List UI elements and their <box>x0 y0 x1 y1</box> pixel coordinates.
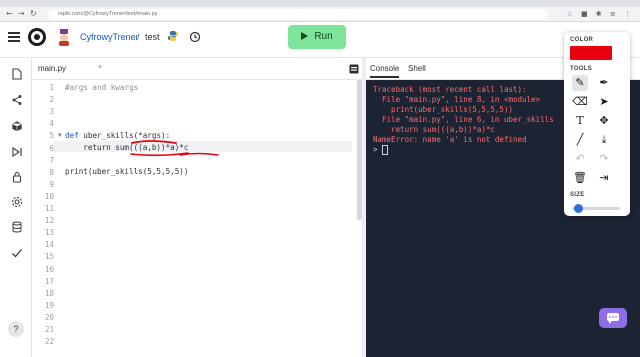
help-icon[interactable]: ? <box>8 321 24 337</box>
tab-console[interactable]: Console <box>370 64 400 78</box>
marker-tool-icon[interactable]: ✒ <box>596 75 612 91</box>
code-line-5: def uber_skills(*args): <box>65 131 170 140</box>
line-number: 10 <box>44 191 54 201</box>
text-tool-icon[interactable]: T <box>572 113 588 129</box>
line-number: 2 <box>49 95 54 105</box>
size-slider[interactable] <box>572 204 620 213</box>
run-button[interactable]: Run <box>288 25 346 49</box>
run-button-label: Run <box>314 31 333 42</box>
debugger-icon[interactable] <box>11 146 23 158</box>
project-name[interactable]: test <box>145 32 160 42</box>
line-number: 5 <box>49 131 54 141</box>
function-name: uber_skills(*args): <box>83 131 171 140</box>
line-number: 1 <box>49 83 54 92</box>
redo-icon[interactable]: ↷ <box>596 151 612 167</box>
pen-tool-icon[interactable]: ✎ <box>572 75 588 91</box>
tab-shell[interactable]: Shell <box>408 64 426 73</box>
console-cursor[interactable] <box>382 145 388 155</box>
console-output-line: Traceback (most recent call last): <box>373 85 527 94</box>
undo-icon[interactable]: ↶ <box>572 151 588 167</box>
download-icon[interactable]: ⤓ <box>596 132 612 148</box>
console-output-line: File "main.py", line 8, in <module> <box>373 95 541 104</box>
editor-tab-bar: main.py × <box>32 58 362 80</box>
python-icon <box>168 31 178 41</box>
line-number: 16 <box>44 264 54 274</box>
code-editor[interactable]: main.py × 1 2 3 4 5 6 7 8 9 10 11 12 13 14 15 16 17 18 19 2… <box>32 58 362 357</box>
tab-close-icon[interactable]: × <box>98 64 102 71</box>
avatar[interactable] <box>56 28 72 46</box>
line-number: 11 <box>44 204 54 213</box>
console-output-line: return sum(((a,b))*a)*c <box>373 125 495 134</box>
tools-label: TOOLS <box>570 66 593 72</box>
browser-tab-strip <box>0 0 640 7</box>
reload-icon[interactable]: ↻ <box>30 9 37 18</box>
files-icon[interactable] <box>11 68 23 80</box>
workspace-header: CyfrowyTrener / test Run <box>0 22 640 58</box>
database-icon[interactable] <box>11 221 23 233</box>
forward-icon[interactable]: → <box>18 9 25 18</box>
back-icon[interactable]: ← <box>6 9 13 18</box>
line-number: 15 <box>44 252 54 262</box>
history-icon[interactable] <box>189 31 201 43</box>
trash-icon[interactable]: 🗑 <box>572 170 588 186</box>
console-output-line: File "main.py", line 6, in uber_skills <box>373 115 554 124</box>
line-number: 9 <box>49 179 54 189</box>
console-prompt: > <box>373 145 378 154</box>
console-output-line: print(uber_skills(5,5,5,5)) <box>373 105 513 114</box>
line-number: 22 <box>44 337 54 347</box>
tools-sidebar: ? <box>0 58 32 357</box>
line-number: 3 <box>49 107 54 117</box>
annotation-toolbar: COLOR TOOLS ✎ ✒ ⌫ ➤ T ✥ ╱ ⤓ ↶ ↷ 🗑 ⇥ SIZE <box>564 32 630 216</box>
eraser-tool-icon[interactable]: ⌫ <box>572 94 588 110</box>
code-line-1: #args and kwargs <box>65 83 139 92</box>
line-number: 13 <box>44 228 54 238</box>
settings-gear-icon[interactable] <box>11 196 23 208</box>
line-tool-icon[interactable]: ╱ <box>572 132 588 148</box>
browser-extension-icons[interactable]: ☆ ■ ✱ ≡ ⋮ <box>566 10 634 18</box>
line-number: 17 <box>44 276 54 286</box>
chat-bubble-icon <box>607 313 619 324</box>
line-number: 14 <box>44 240 54 250</box>
chat-button[interactable] <box>599 308 627 328</box>
size-slider-knob[interactable] <box>573 204 583 213</box>
keyword-def: def <box>65 131 79 140</box>
packages-icon[interactable] <box>11 120 23 132</box>
replit-logo-icon[interactable] <box>28 28 46 46</box>
tab-main-py[interactable]: main.py <box>38 64 66 73</box>
line-number: 20 <box>44 312 54 322</box>
owner-link[interactable]: CyfrowyTrener <box>80 32 139 42</box>
line-number: 12 <box>44 216 54 226</box>
play-icon <box>301 32 309 40</box>
size-label: SIZE <box>570 192 585 198</box>
layout-icon[interactable] <box>349 64 359 74</box>
secrets-lock-icon[interactable] <box>11 171 23 183</box>
line-number: 6 <box>49 143 54 153</box>
fold-icon[interactable]: ▾ <box>58 131 62 139</box>
menu-icon[interactable] <box>8 32 20 42</box>
line-number: 18 <box>44 288 54 298</box>
exit-icon[interactable]: ⇥ <box>596 170 612 186</box>
line-number: 7 <box>49 155 54 165</box>
line-number: 19 <box>44 300 54 310</box>
line-number: 4 <box>49 119 54 129</box>
breadcrumb-separator: / <box>137 32 140 42</box>
pointer-tool-icon[interactable]: ➤ <box>596 94 612 110</box>
color-label: COLOR <box>570 37 594 43</box>
line-number: 8 <box>49 167 54 177</box>
version-control-icon[interactable] <box>11 94 23 106</box>
unit-tests-check-icon[interactable] <box>11 247 23 259</box>
line-number: 21 <box>44 325 54 334</box>
red-pen-annotation <box>130 140 219 157</box>
console-error-line: NameError: name 'a' is not defined <box>373 135 527 144</box>
address-bar[interactable]: replit.com/@CyfrowyTrener/test#main.py <box>48 9 548 20</box>
browser-toolbar: ← → ↻ replit.com/@CyfrowyTrener/test#mai… <box>0 7 640 22</box>
move-tool-icon[interactable]: ✥ <box>596 113 612 129</box>
code-line-8: print(uber_skills(5,5,5,5)) <box>65 167 189 176</box>
color-swatch[interactable] <box>570 46 612 60</box>
